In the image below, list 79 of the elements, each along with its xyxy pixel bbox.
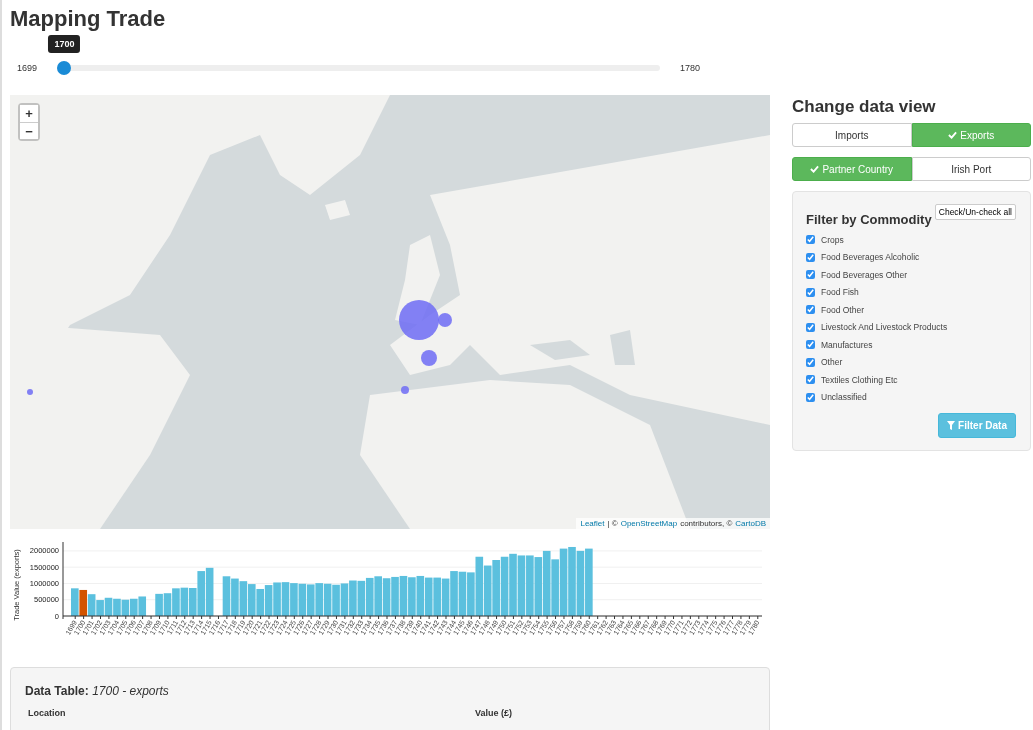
bar[interactable] — [79, 589, 88, 616]
bar[interactable] — [365, 577, 374, 616]
attribution-link[interactable]: CartoDB — [735, 519, 766, 528]
bar[interactable] — [231, 578, 239, 616]
slider-min-label: 1699 — [16, 63, 39, 73]
zoom-in-button[interactable]: + — [20, 105, 38, 122]
checkbox-label: Unclassified — [821, 392, 867, 403]
checkbox[interactable] — [806, 252, 815, 262]
attribution-link[interactable]: OpenStreetMap — [620, 519, 678, 528]
checkbox[interactable] — [806, 305, 815, 315]
checkbox[interactable] — [806, 340, 815, 350]
attribution-text: | © — [607, 519, 618, 528]
checkbox[interactable] — [806, 270, 815, 280]
checkbox-label: Food Other — [821, 304, 864, 315]
bar[interactable] — [441, 578, 450, 616]
checkbox[interactable] — [806, 357, 815, 367]
check-icon — [810, 165, 820, 173]
attribution-link[interactable]: Leaflet — [580, 519, 605, 528]
bar[interactable] — [87, 594, 96, 616]
check-icon — [948, 131, 958, 139]
toggle-button[interactable]: Imports — [792, 123, 912, 147]
bar[interactable] — [239, 581, 248, 616]
toggle-button[interactable]: Irish Port — [911, 157, 1031, 181]
slider-thumb[interactable] — [57, 61, 72, 75]
bar[interactable] — [130, 598, 138, 616]
bar[interactable] — [399, 575, 408, 616]
bar[interactable] — [357, 580, 366, 616]
checkbox[interactable] — [806, 322, 815, 332]
checkbox-label: Crops — [821, 234, 844, 245]
bar[interactable] — [264, 585, 273, 616]
bar[interactable] — [382, 578, 391, 616]
checkbox[interactable] — [806, 392, 815, 402]
checkbox-label: Food Beverages Other — [821, 269, 907, 280]
bar[interactable] — [298, 583, 307, 616]
bar[interactable] — [391, 576, 399, 616]
bar[interactable] — [113, 598, 121, 616]
bar[interactable] — [349, 580, 357, 616]
bar[interactable] — [71, 588, 79, 616]
bar[interactable] — [189, 588, 197, 616]
bar[interactable] — [155, 593, 163, 616]
bar[interactable] — [180, 587, 189, 616]
bar[interactable] — [332, 584, 340, 616]
checkbox-label: Food Beverages Alcoholic — [821, 252, 920, 263]
column-header: Location — [28, 708, 67, 718]
bar[interactable] — [273, 582, 281, 616]
column-header: Value (£) — [475, 708, 513, 718]
bar[interactable] — [340, 583, 349, 616]
checkbox-label: Manufactures — [821, 339, 873, 350]
slider-max-label: 1780 — [678, 63, 700, 73]
attribution-text: contributors, © — [680, 519, 733, 528]
table-heading: Data Table: 1700 - exports — [25, 684, 170, 698]
checkbox-label: Livestock And Livestock Products — [821, 322, 948, 333]
filter-heading: Filter by Commodity — [806, 212, 932, 227]
bar[interactable] — [138, 596, 147, 616]
checkbox-label: Other — [821, 357, 843, 368]
bar[interactable] — [163, 593, 172, 616]
bar[interactable] — [121, 599, 130, 616]
bar[interactable] — [306, 584, 315, 616]
bar[interactable] — [416, 575, 425, 616]
check-all-button[interactable]: Check/Un-check all — [934, 204, 1016, 220]
section-heading: Change data view — [792, 97, 937, 117]
checkbox[interactable] — [806, 235, 815, 245]
checkbox-label: Textiles Clothing Etc — [821, 374, 898, 385]
bar[interactable] — [247, 584, 256, 616]
checkbox[interactable] — [806, 287, 815, 297]
bar[interactable] — [172, 588, 180, 616]
bar[interactable] — [281, 582, 290, 616]
bar[interactable] — [424, 577, 433, 616]
checkbox-label: Food Fish — [821, 287, 859, 298]
funnel-icon — [947, 421, 956, 430]
bar[interactable] — [433, 577, 441, 616]
bar[interactable] — [323, 583, 332, 616]
checkbox[interactable] — [806, 375, 815, 385]
bar[interactable] — [104, 597, 113, 616]
bar[interactable] — [256, 589, 264, 616]
bar[interactable] — [315, 583, 323, 616]
zoom-out-button[interactable]: − — [20, 122, 38, 139]
page-title: Mapping Trade — [10, 6, 167, 32]
slider-tooltip: 1700 — [48, 35, 81, 53]
